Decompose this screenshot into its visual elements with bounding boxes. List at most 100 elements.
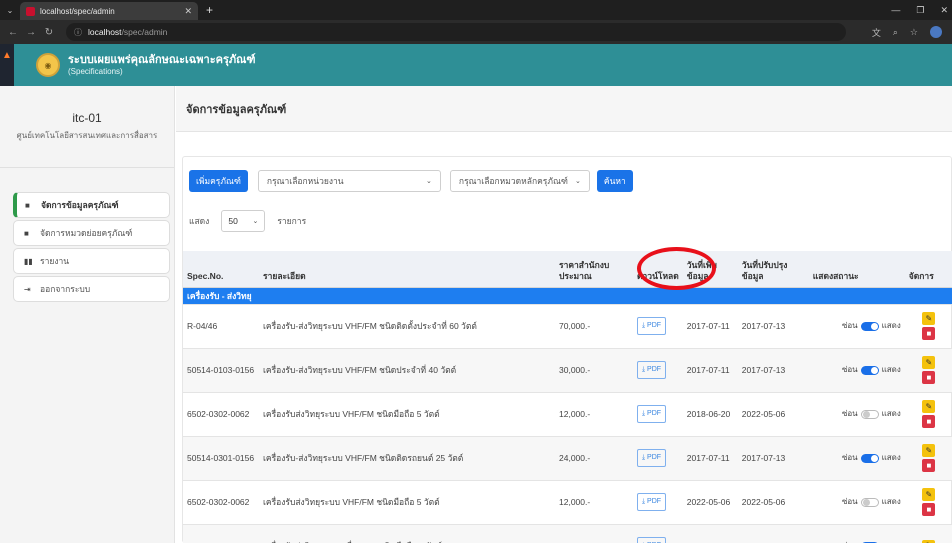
download-cell: ⤓ PDF bbox=[633, 480, 683, 525]
sidebar-item-logout[interactable]: ⇥ ออกจากระบบ bbox=[13, 276, 170, 302]
edit-icon[interactable]: ✎ bbox=[922, 312, 936, 325]
reload-icon[interactable]: ↻ bbox=[40, 27, 58, 38]
category-select[interactable]: กรุณาเลือกหมวดหลักครุภัณฑ์ ⌄ bbox=[449, 170, 590, 192]
profile-avatar[interactable] bbox=[930, 26, 942, 38]
delete-icon[interactable]: ■ bbox=[922, 459, 936, 472]
status-cell: ซ่อนแสดง bbox=[808, 304, 905, 349]
added-cell: 2017-07-11 bbox=[682, 348, 738, 393]
window-close-icon[interactable]: ✕ bbox=[940, 5, 948, 16]
pdf-download-button[interactable]: ⤓ PDF bbox=[637, 405, 667, 423]
visibility-toggle[interactable] bbox=[860, 497, 879, 507]
hide-label: ซ่อน bbox=[841, 365, 858, 374]
translate-icon[interactable]: 文 bbox=[872, 26, 881, 39]
edit-icon[interactable]: ✎ bbox=[922, 488, 936, 501]
site-info-icon[interactable]: ⓘ bbox=[74, 27, 82, 38]
main-content: จัดการข้อมูลครุภัณฑ์ เพิ่มครุภัณฑ์ กรุณา… bbox=[176, 86, 952, 543]
col-detail: รายละเอียด bbox=[259, 251, 555, 288]
sidebar-item-manage-equipment[interactable]: ■ จัดการข้อมูลครุภัณฑ์ bbox=[13, 192, 170, 218]
hide-label: ซ่อน bbox=[841, 409, 858, 418]
spec-no-cell: R-04/46 bbox=[183, 304, 259, 349]
group-row: เครื่องรับ - ส่งวิทยุ bbox=[183, 287, 952, 305]
table-header-row: Spec.No. รายละเอียด ราคาสำนักงบ ประมาณ ด… bbox=[183, 251, 952, 288]
visibility-toggle[interactable] bbox=[860, 409, 879, 419]
user-name: itc-01 bbox=[72, 111, 102, 125]
pdf-download-button[interactable]: ⤓ PDF bbox=[637, 537, 667, 543]
delete-icon[interactable]: ■ bbox=[922, 415, 936, 428]
browser-tab[interactable]: localhost/spec/admin ✕ bbox=[20, 2, 198, 20]
manage-cell: ✎ ■ bbox=[904, 480, 952, 525]
sidebar-item-report[interactable]: ▮▮ รายงาน bbox=[13, 248, 170, 274]
logo-seal-icon: ◉ bbox=[36, 53, 60, 77]
url-host: localhost bbox=[88, 27, 122, 37]
col-price-line1: ราคาสำนักงบ bbox=[559, 259, 610, 270]
back-icon[interactable]: ← bbox=[4, 27, 22, 38]
sidebar-item-manage-subcategory[interactable]: ■ จัดการหมวดย่อยครุภัณฑ์ bbox=[13, 220, 170, 246]
added-cell: 2022-12- bbox=[682, 524, 738, 543]
window-controls: — ❐ ✕ bbox=[891, 5, 952, 16]
sidebar: itc-01 ศูนย์เทคโนโลยีสารสนเทศและการสื่อส… bbox=[0, 86, 175, 543]
group-label: เครื่องรับ - ส่งวิทยุ bbox=[183, 287, 952, 305]
unit-select[interactable]: กรุณาเลือกหน่วยงาน ⌄ bbox=[257, 170, 441, 192]
sidebar-menu: ■ จัดการข้อมูลครุภัณฑ์ ■ จัดการหมวดย่อยค… bbox=[13, 192, 170, 304]
sidebar-item-label: รายงาน bbox=[40, 256, 70, 266]
minimize-icon[interactable]: — bbox=[891, 5, 900, 16]
folder-icon: ■ bbox=[24, 228, 29, 238]
updated-cell: 2022-05-06 bbox=[737, 480, 809, 525]
tab-search-icon[interactable]: ⌄ bbox=[0, 0, 20, 20]
delete-icon[interactable]: ■ bbox=[922, 327, 936, 340]
browser-tabbar: ⌄ localhost/spec/admin ✕ + — ❐ ✕ bbox=[0, 0, 952, 20]
visibility-toggle[interactable] bbox=[860, 453, 879, 463]
updated-cell: 2017-07-13 bbox=[737, 436, 809, 481]
url-input[interactable]: ⓘ localhost /spec/admin bbox=[66, 23, 846, 41]
search-button[interactable]: ค้นหา bbox=[596, 170, 633, 192]
category-select-value: กรุณาเลือกหมวดหลักครุภัณฑ์ bbox=[458, 176, 568, 186]
edit-icon[interactable]: ✎ bbox=[922, 539, 936, 543]
pdf-download-button[interactable]: ⤓ PDF bbox=[637, 361, 667, 379]
detail-cell: เครื่องรับส่งวิทยุระบบ VHF/FM ชนิดมือถือ… bbox=[259, 480, 555, 525]
delete-icon[interactable]: ■ bbox=[922, 371, 936, 384]
pdf-download-button[interactable]: ⤓ PDF bbox=[637, 449, 667, 467]
edit-icon[interactable]: ✎ bbox=[922, 444, 936, 457]
content-card: เพิ่มครุภัณฑ์ กรุณาเลือกหน่วยงาน ⌄ กรุณา… bbox=[182, 156, 952, 543]
page-size-select[interactable]: 50 ⌄ bbox=[221, 210, 266, 232]
tab-title: localhost/spec/admin bbox=[40, 6, 115, 16]
col-download: ดาวน์โหลด bbox=[633, 251, 683, 288]
maximize-icon[interactable]: ❐ bbox=[916, 5, 924, 16]
updated-cell: 2022-12-21 bbox=[737, 524, 809, 543]
close-tab-icon[interactable]: ✕ bbox=[184, 6, 192, 17]
manage-cell: ✎ ■ bbox=[904, 392, 952, 437]
spec-no-cell: 6602.0302.0035 bbox=[183, 524, 259, 543]
manage-cell: ✎ ■ bbox=[904, 304, 952, 349]
added-cell: 2017-07-11 bbox=[682, 436, 738, 481]
price-cell: 24,000.- bbox=[555, 436, 633, 481]
table-row: 6502-0302-0062 เครื่องรับส่งวิทยุระบบ VH… bbox=[183, 392, 952, 437]
detail-cell: เครื่องรับส่งวิทยุ แบบเครื่องแดง ชนิดมือ… bbox=[259, 524, 555, 543]
detail-cell: เครื่องรับ-ส่งวิทยุระบบ VHF/FM ชนิดติดรถ… bbox=[259, 436, 555, 481]
col-updated-line2: ข้อมูล bbox=[741, 270, 764, 281]
bookmark-star-icon[interactable]: ☆ bbox=[910, 27, 918, 38]
col-added: วันที่เพิ่ม ข้อมูล bbox=[682, 251, 738, 288]
sidebar-item-label: ออกจากระบบ bbox=[40, 284, 91, 294]
visibility-toggle[interactable] bbox=[860, 321, 879, 331]
forward-icon[interactable]: → bbox=[22, 27, 40, 38]
col-added-line1: วันที่เพิ่ม bbox=[686, 259, 718, 270]
col-manage: จัดการ bbox=[904, 251, 952, 288]
add-equipment-button[interactable]: เพิ่มครุภัณฑ์ bbox=[189, 170, 248, 192]
spec-no-cell: 50514-0103-0156 bbox=[183, 348, 259, 393]
edit-icon[interactable]: ✎ bbox=[922, 400, 936, 413]
status-cell: ซ่อนแสดง bbox=[808, 524, 905, 543]
url-path: /spec/admin bbox=[121, 27, 168, 37]
new-tab-icon[interactable]: + bbox=[206, 3, 213, 17]
pdf-download-button[interactable]: ⤓ PDF bbox=[637, 317, 667, 335]
table-row: 6502-0302-0062 เครื่องรับส่งวิทยุระบบ VH… bbox=[183, 480, 952, 525]
visibility-toggle[interactable] bbox=[860, 365, 879, 375]
pdf-download-button[interactable]: ⤓ PDF bbox=[637, 493, 667, 511]
folder-icon: ■ bbox=[25, 200, 30, 210]
chevron-down-icon: ⌄ bbox=[426, 178, 432, 185]
delete-icon[interactable]: ■ bbox=[922, 503, 936, 516]
col-price: ราคาสำนักงบ ประมาณ bbox=[555, 251, 633, 288]
user-box: itc-01 ศูนย์เทคโนโลยีสารสนเทศและการสื่อส… bbox=[0, 86, 174, 168]
detail-cell: เครื่องรับส่งวิทยุระบบ VHF/FM ชนิดมือถือ… bbox=[259, 392, 555, 437]
edit-icon[interactable]: ✎ bbox=[922, 356, 936, 369]
zoom-icon[interactable]: ⌕ bbox=[893, 27, 898, 38]
